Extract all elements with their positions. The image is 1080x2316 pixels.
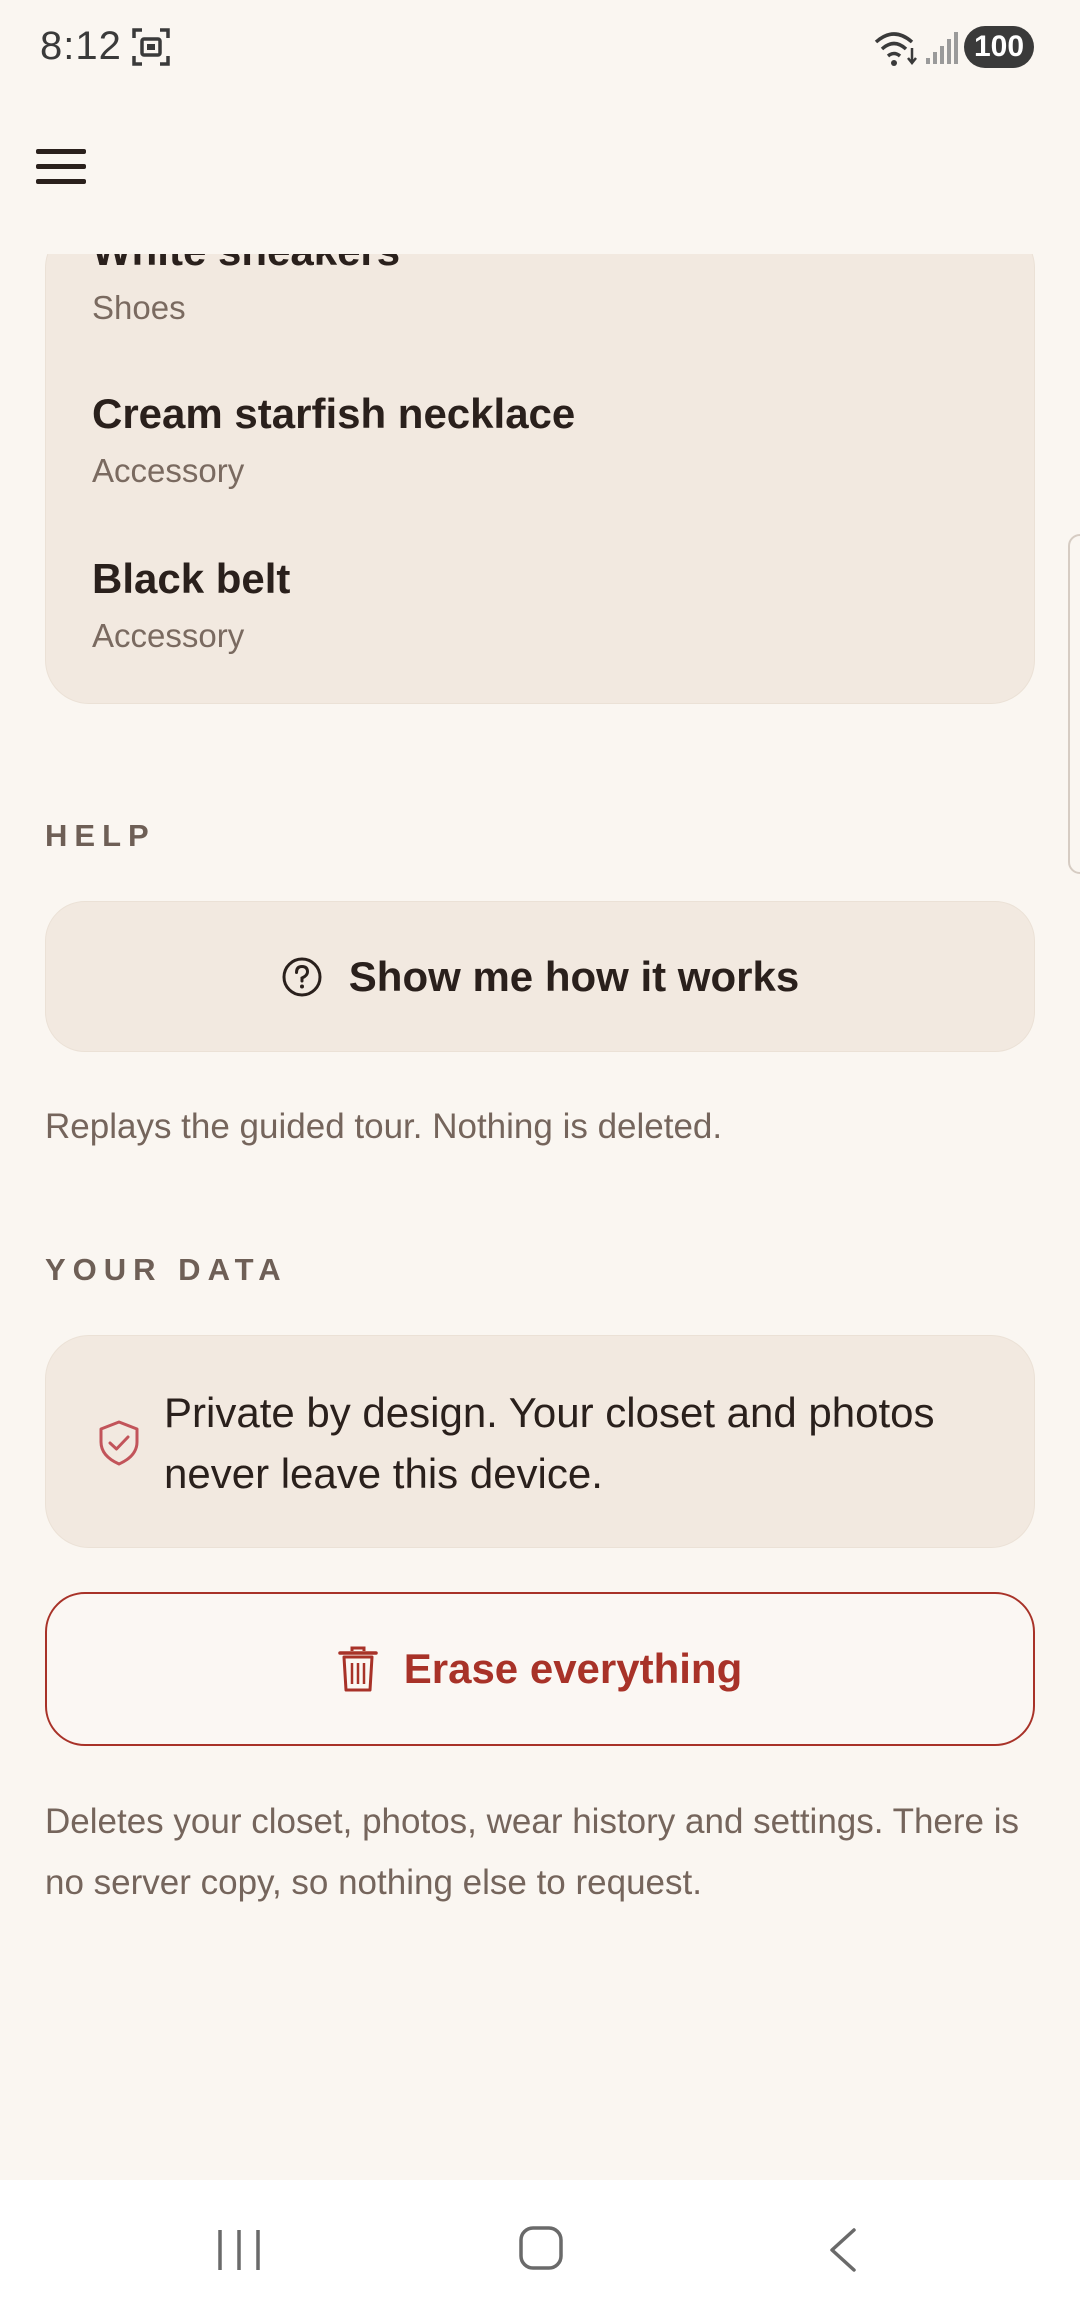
erase-everything-label: Erase everything [403, 1645, 743, 1692]
list-item[interactable]: White sneakers Shoes [92, 254, 400, 327]
trash-icon [337, 1646, 378, 1692]
list-item[interactable]: Cream starfish necklace Accessory [92, 390, 575, 490]
status-time: 8:12 [40, 24, 122, 68]
privacy-notice-text: Private by design. Your closet and photo… [164, 1389, 935, 1497]
item-category: Shoes [92, 289, 186, 326]
back-icon[interactable] [826, 2226, 860, 2274]
signal-icon [926, 32, 958, 64]
item-name: Black belt [92, 555, 291, 602]
recents-icon[interactable] [214, 2228, 264, 2272]
erase-caption: Deletes your closet, photos, wear histor… [45, 1802, 1020, 1902]
battery-indicator: 100 [964, 26, 1034, 68]
show-tour-button[interactable]: Show me how it works [45, 901, 1035, 1052]
system-navigation-bar [0, 2180, 1080, 2316]
scrollbar-thumb[interactable] [1068, 534, 1080, 874]
home-icon[interactable] [518, 2224, 564, 2272]
screenshot-icon [132, 28, 170, 66]
help-section-label: HELP [45, 818, 156, 853]
items-list-card: White sneakers Shoes Cream starfish neck… [45, 254, 1035, 704]
help-caption: Replays the guided tour. Nothing is dele… [45, 1107, 723, 1146]
item-name: Cream starfish necklace [92, 390, 576, 437]
item-category: Accessory [92, 452, 245, 489]
settings-screen: 8:12 100 White sneakers [0, 0, 1080, 2316]
show-tour-label: Show me how it works [348, 952, 800, 1000]
your-data-section-label: YOUR DATA [45, 1252, 288, 1287]
privacy-notice-card: Private by design. Your closet and photo… [45, 1335, 1035, 1548]
item-name: White sneakers [92, 254, 400, 275]
help-circle-icon [282, 957, 322, 996]
status-bar: 8:12 100 [0, 0, 1080, 96]
item-category: Accessory [92, 617, 245, 654]
hamburger-menu-icon[interactable] [36, 136, 106, 196]
erase-everything-button[interactable]: Erase everything [45, 1592, 1035, 1746]
list-item[interactable]: Black belt Accessory [92, 555, 290, 655]
items-list-viewport: White sneakers Shoes Cream starfish neck… [0, 254, 1080, 734]
shield-check-icon [99, 1420, 139, 1466]
wifi-icon [874, 32, 917, 66]
